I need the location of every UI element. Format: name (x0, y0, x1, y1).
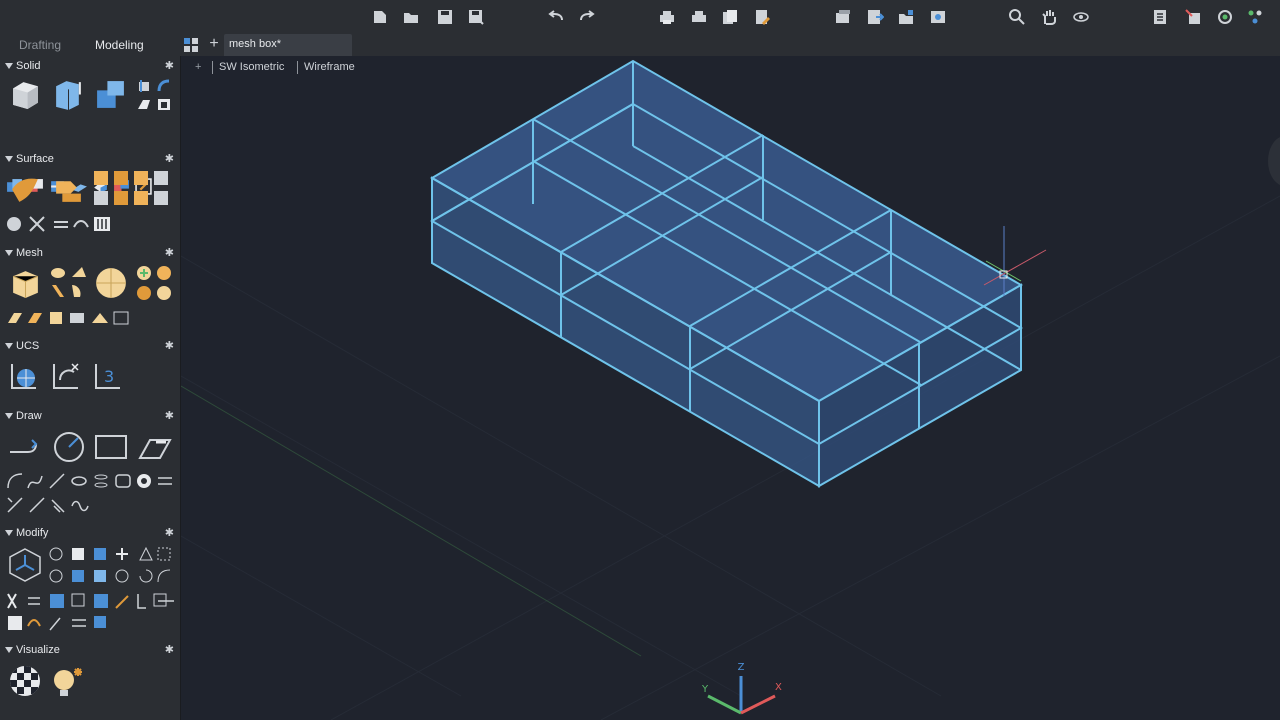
pan-icon[interactable] (1038, 6, 1060, 28)
view-name[interactable]: SW Isometric (219, 61, 284, 73)
mesh-primitives-icon[interactable] (48, 265, 88, 301)
svg-text:X: X (775, 682, 782, 693)
section-title: UCS (16, 340, 40, 352)
new-icon[interactable] (369, 6, 391, 28)
presspull-icon[interactable] (94, 78, 127, 111)
circle-icon[interactable] (52, 430, 86, 464)
model-space[interactable]: Z Y X (181, 56, 1280, 720)
box-icon[interactable] (9, 78, 42, 111)
section-title: Draw (16, 410, 42, 422)
surface-edit-icons[interactable] (6, 215, 112, 233)
draw-tools-row-2[interactable] (6, 496, 90, 514)
shell-icon[interactable] (156, 96, 172, 112)
section-solid[interactable]: Solid ✱ (0, 58, 180, 76)
viewport-separator (297, 61, 298, 74)
tab-modeling[interactable]: Modeling (95, 36, 144, 54)
viewport-controls[interactable]: + (195, 61, 201, 73)
tool-palette: Solid ✱ Surface ✱ Mesh ✱ UCS ✱ 3 Draw ✱ (0, 56, 181, 720)
svg-text:Z: Z (738, 662, 745, 673)
ucs-world-icon[interactable] (8, 360, 40, 392)
document-tab-title: mesh box* (229, 38, 281, 50)
surface-tools-icon[interactable] (94, 171, 172, 207)
top-toolbar (0, 0, 1280, 34)
ucs-axis-icon: Z Y X (701, 662, 782, 715)
section-title: Visualize (16, 644, 60, 656)
mesh-sphere-icon[interactable] (94, 266, 128, 300)
section-visualize[interactable]: Visualize ✱ (0, 642, 180, 660)
gear-icon[interactable]: ✱ (165, 643, 174, 656)
save-icon[interactable] (434, 6, 456, 28)
ucs-rotate-icon[interactable] (50, 360, 82, 392)
layer-icon[interactable] (832, 6, 854, 28)
block-icon[interactable] (864, 6, 886, 28)
zoom-icon[interactable] (1006, 6, 1028, 28)
mesh-box-icon[interactable] (9, 267, 42, 300)
light-icon[interactable] (50, 664, 86, 700)
properties-icon[interactable] (751, 6, 773, 28)
section-modify[interactable]: Modify ✱ (0, 525, 180, 543)
insert-icon[interactable] (895, 6, 917, 28)
gear-icon[interactable]: ✱ (165, 246, 174, 259)
open-icon[interactable] (400, 6, 422, 28)
document-tab[interactable]: mesh box* (224, 34, 352, 56)
modify-tools-row-2[interactable] (6, 592, 176, 610)
revolve-icon[interactable] (136, 78, 152, 94)
gear-icon[interactable]: ✱ (165, 339, 174, 352)
redo-icon[interactable] (576, 6, 598, 28)
print-icon[interactable] (656, 6, 678, 28)
viewport-separator (212, 61, 213, 74)
ucs-3point-icon[interactable]: 3 (92, 360, 124, 392)
mesh-edit-icons[interactable] (6, 309, 134, 327)
network-surface-icon[interactable] (9, 173, 42, 206)
loft-icon[interactable] (136, 96, 152, 112)
gear-icon[interactable]: ✱ (165, 409, 174, 422)
section-mesh[interactable]: Mesh ✱ (0, 245, 180, 263)
gear-icon[interactable]: ✱ (165, 59, 174, 72)
sync-icon[interactable] (1214, 6, 1236, 28)
drawing-viewport[interactable]: Z Y X + SW Isometric Wireframe (181, 56, 1280, 720)
mesh-smooth-icon[interactable] (136, 265, 174, 301)
grid-view-icon[interactable] (184, 38, 198, 52)
publish-icon[interactable] (719, 6, 741, 28)
rectangle-icon[interactable] (94, 430, 128, 464)
section-title: Solid (16, 60, 41, 72)
draw-tools-row-1[interactable] (6, 472, 176, 490)
extrude-icon[interactable] (52, 78, 85, 111)
visual-style[interactable]: Wireframe (304, 61, 355, 73)
undo-icon[interactable] (545, 6, 567, 28)
section-surface[interactable]: Surface ✱ (0, 151, 180, 169)
ucs-button-text: 3 (104, 367, 114, 386)
section-ucs[interactable]: UCS ✱ (0, 338, 180, 356)
share-icon[interactable] (1182, 6, 1204, 28)
gizmo-icon[interactable] (8, 547, 42, 583)
material-icon[interactable] (8, 664, 42, 698)
section-title: Modify (16, 527, 49, 539)
svg-text:Y: Y (701, 684, 709, 695)
section-draw[interactable]: Draw ✱ (0, 408, 180, 426)
section-title: Surface (16, 153, 54, 165)
gear-icon[interactable]: ✱ (165, 152, 174, 165)
plot-icon[interactable] (688, 6, 710, 28)
polyline-icon[interactable] (8, 430, 42, 464)
modify-tools-row-1[interactable] (48, 546, 176, 584)
gear-icon[interactable]: ✱ (165, 526, 174, 539)
tab-drafting[interactable]: Drafting (19, 36, 61, 54)
modify-tools-row-3[interactable] (6, 614, 112, 632)
render-icon[interactable] (927, 6, 949, 28)
sweep-icon[interactable] (156, 78, 172, 94)
save-as-icon[interactable] (465, 6, 487, 28)
settings-icon[interactable] (1244, 6, 1266, 28)
blend-surface-icon[interactable] (52, 173, 85, 206)
ucs-x-axis-line (181, 385, 642, 657)
section-title: Mesh (16, 247, 43, 259)
layout-icon[interactable] (1150, 6, 1172, 28)
new-tab-button[interactable]: + (207, 35, 221, 53)
orbit-icon[interactable] (1070, 6, 1092, 28)
hatch-icon[interactable] (136, 430, 174, 464)
